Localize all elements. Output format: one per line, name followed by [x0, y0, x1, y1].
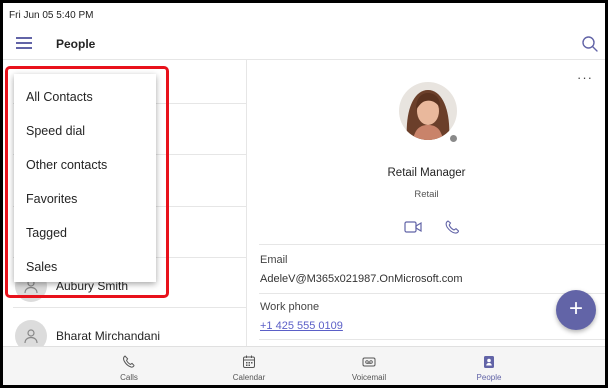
contact-name: Bharat Mirchandani — [56, 329, 161, 343]
search-icon[interactable] — [581, 35, 599, 53]
calendar-icon — [243, 355, 255, 368]
menu-item-speed-dial[interactable]: Speed dial — [26, 124, 85, 138]
phone-icon — [123, 355, 135, 368]
email-label: Email — [260, 254, 288, 266]
tab-calendar[interactable]: Calendar — [189, 347, 309, 385]
list-divider — [13, 307, 246, 308]
voicemail-icon — [362, 357, 376, 367]
status-bar: Fri Jun 05 5:40 PM — [3, 3, 605, 27]
menu-item-sales[interactable]: Sales — [26, 260, 57, 274]
presence-indicator — [448, 133, 459, 144]
app-screen: Fri Jun 05 5:40 PM People Aubury Smith B… — [3, 3, 605, 385]
people-icon — [484, 356, 494, 368]
tab-label: People — [476, 373, 502, 382]
work-phone-label: Work phone — [260, 301, 320, 313]
tab-label: Calls — [120, 373, 138, 382]
page-title: People — [56, 37, 96, 51]
video-call-icon[interactable] — [404, 220, 422, 234]
section-divider — [259, 339, 605, 340]
contact-detail-pane: ··· Retail Manager Retail Email AdeleV@M… — [248, 60, 605, 346]
app-bar: People — [3, 27, 605, 60]
tab-label: Voicemail — [351, 373, 387, 382]
menu-item-other-contacts[interactable]: Other contacts — [26, 158, 107, 172]
person-phone-icon — [24, 329, 38, 344]
menu-item-all-contacts[interactable]: All Contacts — [26, 90, 93, 104]
bottom-nav: Calls Calendar Voicemail People — [3, 346, 605, 385]
contact-photo — [399, 82, 457, 140]
add-contact-button[interactable]: + — [556, 290, 596, 330]
phone-call-icon[interactable] — [444, 220, 462, 234]
job-title: Retail Manager — [387, 167, 466, 179]
more-options-icon[interactable]: ··· — [577, 70, 593, 85]
status-datetime: Fri Jun 05 5:40 PM — [9, 10, 94, 21]
section-divider — [259, 293, 605, 294]
work-phone-link[interactable]: +1 425 555 0109 — [260, 320, 343, 332]
contact-filter-menu: All Contacts Speed dial Other contacts F… — [14, 74, 156, 282]
tab-people[interactable]: People — [429, 347, 549, 385]
department: Retail — [414, 189, 439, 200]
hamburger-menu-icon[interactable] — [16, 36, 32, 49]
menu-item-favorites[interactable]: Favorites — [26, 192, 77, 206]
section-divider — [259, 244, 605, 245]
tab-calls[interactable]: Calls — [69, 347, 189, 385]
email-value[interactable]: AdeleV@M365x021987.OnMicrosoft.com — [260, 273, 463, 285]
tab-label: Calendar — [232, 373, 266, 382]
tab-voicemail[interactable]: Voicemail — [309, 347, 429, 385]
menu-item-tagged[interactable]: Tagged — [26, 226, 67, 240]
